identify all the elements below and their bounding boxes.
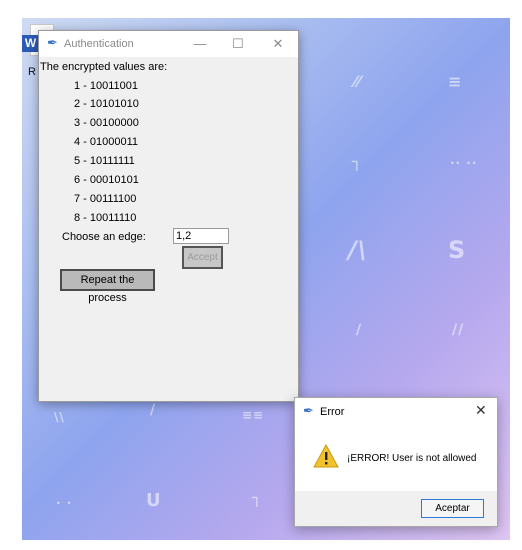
screen-frame-right	[510, 0, 522, 550]
edge-label: Choose an edge:	[62, 231, 146, 243]
wallpaper-glyph: · ·	[56, 496, 73, 510]
minimize-button[interactable]: —	[188, 34, 212, 54]
wallpaper-glyph: //	[452, 322, 465, 338]
dialog-close-button[interactable]: ✕	[475, 402, 487, 419]
wallpaper-glyph: S	[448, 236, 467, 264]
accept-button[interactable]: Accept	[182, 246, 223, 269]
values-heading: The encrypted values are:	[40, 61, 168, 73]
value-line: 3 - 00100000	[74, 117, 139, 129]
edge-input[interactable]: 1,2	[173, 228, 229, 244]
wallpaper-glyph: \\	[54, 410, 65, 424]
ok-button[interactable]: Aceptar	[421, 499, 484, 518]
wallpaper-glyph: /\	[348, 236, 368, 264]
wallpaper-glyph: ┐	[252, 488, 263, 507]
value-line: 2 - 10101010	[74, 98, 139, 110]
error-dialog: ✒ Error ✕ ¡ERROR! User is not allowed Ac…	[294, 397, 498, 527]
close-button[interactable]: ✕	[266, 34, 290, 54]
wallpaper-glyph: ⁄⁄	[354, 72, 362, 91]
repeat-process-button[interactable]: Repeat the process	[60, 269, 155, 304]
title-bar[interactable]: ✒ Authentication — ☐ ✕	[39, 31, 298, 57]
maximize-button[interactable]: ☐	[226, 34, 250, 54]
desktop-icon-caption: R	[28, 66, 36, 78]
warning-icon	[313, 444, 339, 468]
wallpaper-glyph: ≡	[448, 72, 463, 91]
error-message: ¡ERROR! User is not allowed	[347, 453, 477, 464]
value-line: 6 - 00010101	[74, 174, 139, 186]
word-icon: W	[22, 35, 39, 52]
wallpaper-glyph: ·· ··	[450, 156, 478, 170]
screen-frame-left	[0, 0, 22, 550]
window-title: Authentication	[64, 38, 134, 50]
value-line: 8 - 10011110	[74, 212, 137, 224]
feather-icon: ✒	[47, 35, 58, 50]
dialog-title: Error	[320, 406, 345, 418]
wallpaper-glyph: ┐	[352, 152, 363, 171]
screen-frame-top	[0, 0, 522, 18]
value-line: 1 - 10011001	[74, 80, 139, 92]
value-line: 5 - 10111111	[74, 155, 135, 167]
wallpaper-glyph: /	[356, 322, 363, 338]
feather-icon: ✒	[303, 403, 314, 418]
wallpaper-glyph: /	[150, 402, 157, 418]
wallpaper-glyph: U	[146, 490, 162, 511]
value-line: 7 - 00111100	[74, 193, 137, 205]
value-line: 4 - 01000011	[74, 136, 139, 148]
screen-frame-bottom	[0, 540, 522, 550]
authentication-window: ✒ Authentication — ☐ ✕ The encrypted val…	[38, 30, 299, 402]
wallpaper-glyph: ≡≡	[242, 408, 265, 422]
